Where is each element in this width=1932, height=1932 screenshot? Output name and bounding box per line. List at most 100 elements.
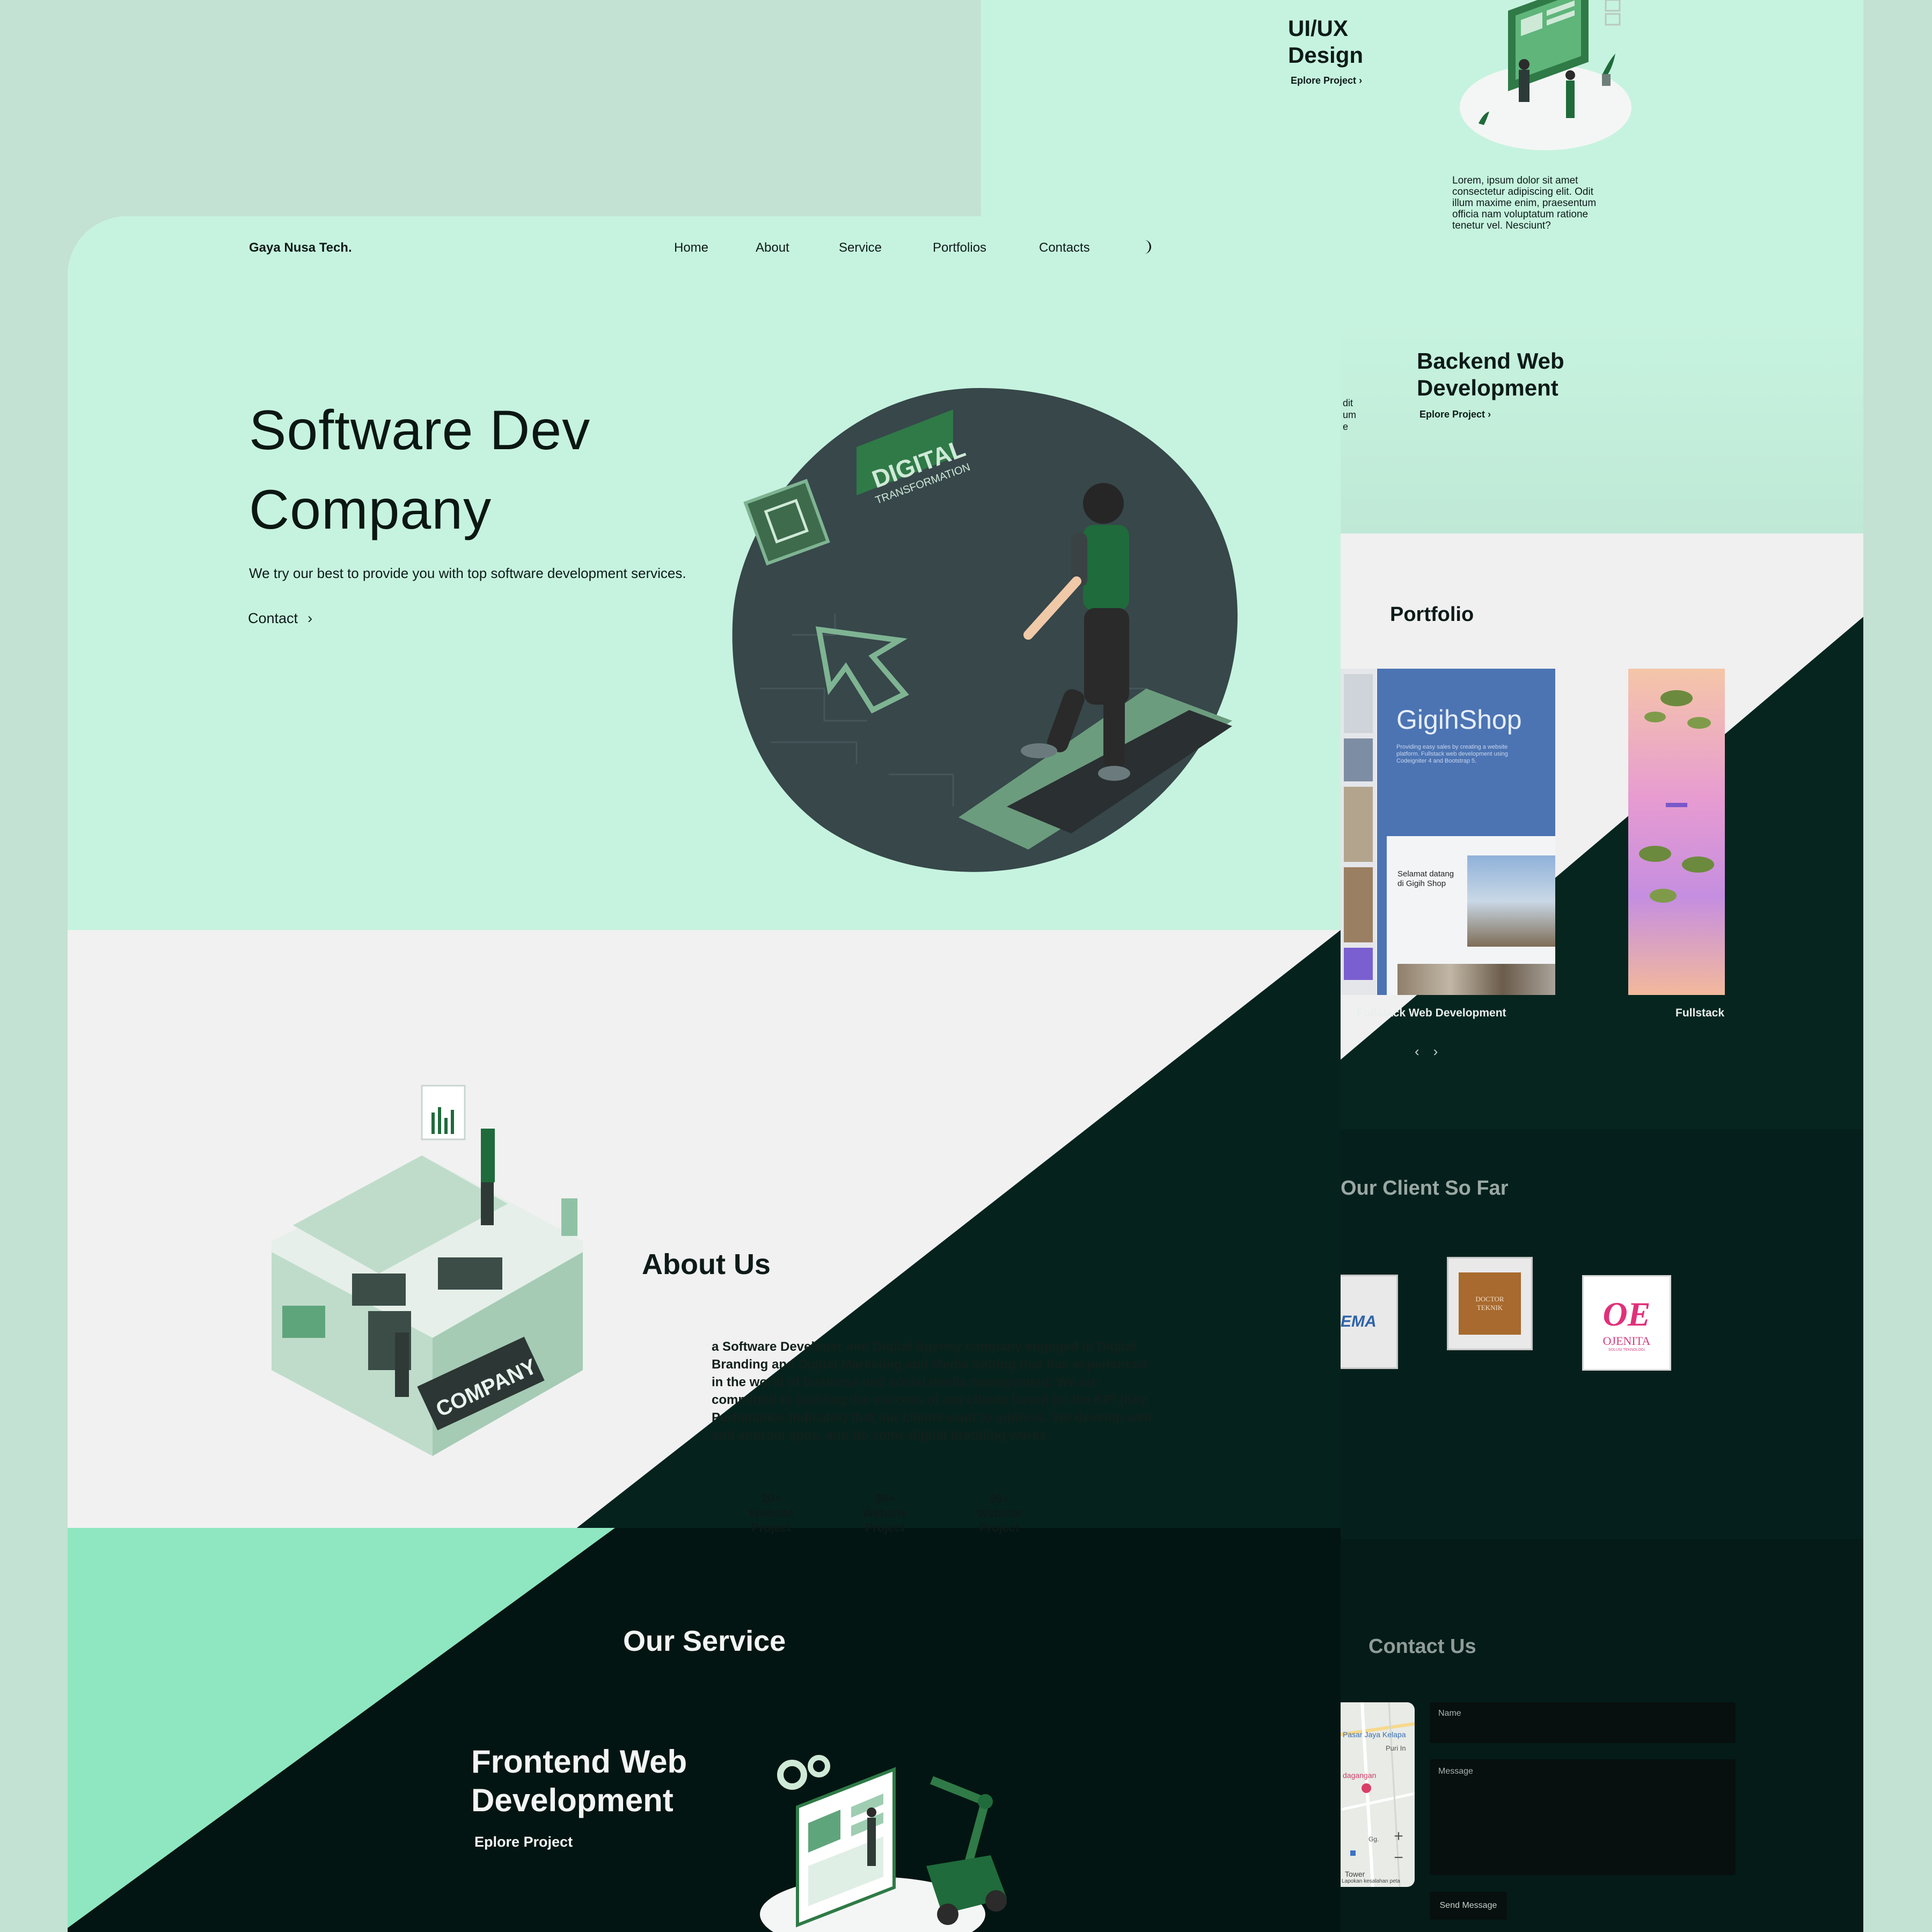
portfolio-shot-gigihshop[interactable]: GigihShop Providing easy sales by creati…: [1377, 669, 1555, 995]
about-description: a Software Developer and Digital Agency …: [712, 1340, 1153, 1443]
stat-website-projects: 20+ Website Project: [964, 1491, 1034, 1535]
map-label: Pasar Jaya Kelapa: [1343, 1730, 1406, 1739]
chevron-right-icon: ›: [1488, 409, 1491, 420]
service-section: [68, 1528, 1341, 1932]
dark-mode-moon-icon[interactable]: [1138, 239, 1154, 255]
name-field-placeholder: Name: [1438, 1709, 1461, 1718]
client-logo-text: OJENITA: [1602, 1334, 1651, 1348]
shot-block: [1344, 787, 1373, 862]
location-map[interactable]: Pasar Jaya Kelapa Puri In dagangan Gg. T…: [1341, 1702, 1415, 1887]
uiux-title-line2: Design: [1288, 42, 1364, 68]
nav-contacts[interactable]: Contacts: [1039, 240, 1090, 255]
partial-service-text: dit um e: [1343, 397, 1356, 433]
client-logo-text: EMA: [1341, 1313, 1377, 1330]
hero-title: Software Dev Company: [249, 391, 732, 550]
chevron-right-icon[interactable]: ›: [1433, 1043, 1438, 1060]
main-page: Gaya Nusa Tech. Home About Service Portf…: [68, 216, 1341, 1932]
service-title: Our Service: [623, 1625, 786, 1657]
name-field[interactable]: Name: [1430, 1702, 1736, 1743]
shot-island: [1682, 857, 1714, 873]
message-field-placeholder: Message: [1438, 1767, 1473, 1776]
shot-island: [1687, 717, 1711, 729]
stat-value: 20+: [989, 1492, 1009, 1505]
shot-gallery: [1397, 964, 1555, 995]
stat-label: Website: [977, 1506, 1022, 1520]
frontend-title: Frontend Web Development: [471, 1744, 687, 1818]
shot-title: GigihShop: [1396, 705, 1522, 735]
partial-text-line: dit: [1343, 398, 1353, 408]
nav-portfolios[interactable]: Portfolios: [933, 240, 986, 255]
stat-label: Project: [751, 1521, 792, 1534]
map-label: Tower: [1345, 1870, 1365, 1878]
stat-website-projects: 20+ Website Project: [736, 1491, 806, 1535]
uiux-illustration: [1460, 0, 1631, 150]
hero-contact-link[interactable]: Contact ›: [248, 610, 312, 627]
portfolio-title: Portfolio: [1390, 603, 1474, 626]
ojenita-mark-icon: OE: [1602, 1294, 1651, 1333]
shot-block: [1344, 738, 1373, 781]
nav-about[interactable]: About: [756, 240, 789, 255]
portfolio-caption: Fullstack: [1675, 1007, 1725, 1019]
hero-subtitle: We try our best to provide you with top …: [249, 565, 686, 581]
about-title: About Us: [642, 1248, 771, 1280]
map-zoom-in-button[interactable]: +: [1391, 1828, 1406, 1845]
shot-inner-page: Selamat datang di Gigih Shop: [1387, 836, 1555, 995]
portfolio-shot-fullstack[interactable]: [1628, 669, 1725, 995]
client-logo-ema: EMA: [1341, 1275, 1398, 1369]
map-label: Lapokan kesalahan peta: [1342, 1878, 1400, 1884]
shot-subtitle: Providing easy sales by creating a websi…: [1396, 744, 1508, 764]
stat-website-projects: 20+ Website Project: [850, 1491, 920, 1535]
shot-block: [1344, 867, 1373, 942]
backend-explore-label: Eplore Project: [1419, 409, 1485, 420]
stat-label: Website: [862, 1506, 908, 1520]
shot-island: [1650, 889, 1677, 903]
hero-contact-label: Contact: [248, 610, 298, 626]
send-message-label: Send Message: [1439, 1901, 1497, 1910]
shot-welcome-line1: Selamat datang: [1397, 869, 1454, 879]
map-label: Gg.: [1368, 1835, 1379, 1843]
shot-welcome-line2: di Gigih Shop: [1397, 879, 1446, 888]
stat-label: Project: [865, 1521, 905, 1534]
frontend-explore-link[interactable]: Eplore Project: [474, 1834, 573, 1850]
partial-text-line: um: [1343, 409, 1357, 420]
chevron-left-icon[interactable]: ‹: [1415, 1043, 1419, 1060]
chevron-right-icon: ›: [1359, 75, 1363, 86]
backend-explore-link[interactable]: Eplore Project ›: [1419, 409, 1491, 420]
stat-value: 20+: [875, 1492, 895, 1505]
portfolio-shot-partial[interactable]: [1341, 669, 1376, 995]
office-illustration: COMPANY: [272, 1085, 583, 1456]
brand-logo[interactable]: Gaya Nusa Tech.: [249, 240, 352, 255]
nav-home[interactable]: Home: [674, 240, 708, 255]
stat-label: Project: [979, 1521, 1020, 1534]
stat-label: Website: [749, 1506, 794, 1520]
uiux-title: UI/UX Design: [1288, 15, 1363, 69]
map-zoom-out-button[interactable]: −: [1391, 1850, 1406, 1866]
uiux-description: Lorem, ipsum dolor sit amet consectetur …: [1452, 175, 1597, 231]
contact-title: Contact Us: [1368, 1635, 1476, 1658]
client-logo-tagline: SOLUSI TEKNOLOGI: [1608, 1348, 1645, 1352]
uiux-title-line1: UI/UX: [1288, 16, 1349, 41]
uiux-explore-link[interactable]: Eplore Project ›: [1291, 75, 1362, 86]
chevron-right-icon: ›: [308, 610, 313, 626]
shot-hero-image: [1467, 855, 1555, 947]
client-logo-doctor-teknik: DOCTOR TEKNIK: [1447, 1257, 1533, 1350]
map-label: Puri In: [1386, 1744, 1406, 1752]
backend-title: Backend Web Development: [1417, 348, 1564, 401]
digital-transformation-illustration: DIGITAL TRANSFORMATION: [732, 388, 1238, 872]
nav-service[interactable]: Service: [839, 240, 882, 255]
shot-island: [1639, 846, 1671, 862]
backend-title-line1: Backend Web: [1417, 348, 1564, 374]
shot-block: [1344, 674, 1373, 733]
message-field[interactable]: Message: [1430, 1759, 1736, 1875]
frontend-illustration: [760, 1755, 1007, 1932]
portfolio-carousel-controls: ‹ ›: [1415, 1043, 1438, 1060]
hero-title-line1: Software Dev: [249, 399, 591, 462]
shot-button: [1666, 803, 1687, 807]
partial-text-line: e: [1343, 421, 1349, 432]
portfolio-caption: Fullstack Web Development: [1357, 1007, 1506, 1019]
send-message-button[interactable]: Send Message: [1430, 1892, 1507, 1920]
doctor-teknik-mark: DOCTOR TEKNIK: [1459, 1272, 1521, 1335]
client-logo-text: TEKNIK: [1476, 1304, 1503, 1312]
map-label: dagangan: [1343, 1771, 1377, 1780]
backend-title-line2: Development: [1417, 375, 1558, 400]
